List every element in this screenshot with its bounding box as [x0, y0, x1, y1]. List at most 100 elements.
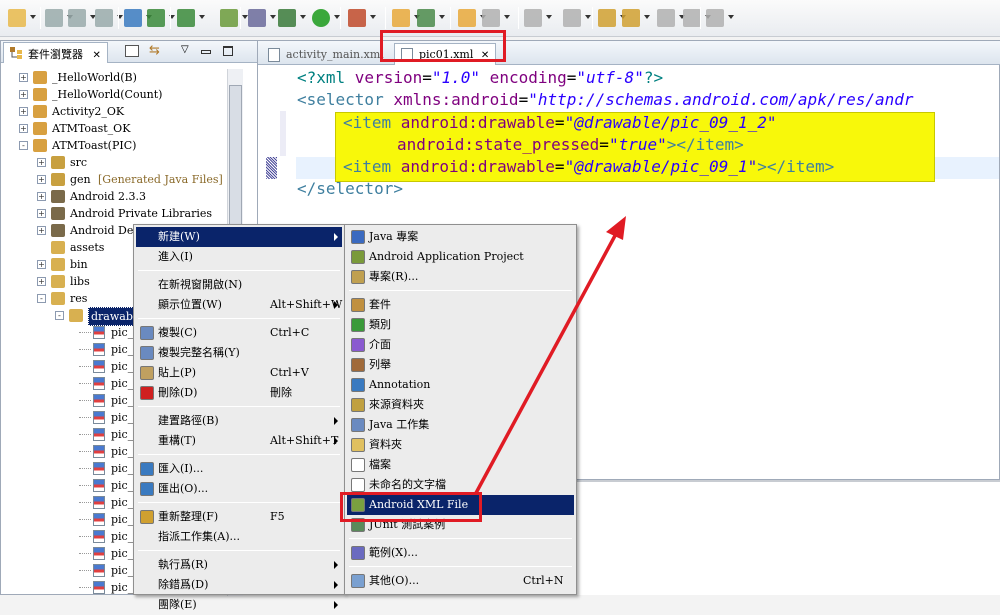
code-line-3[interactable]: <item android:drawable="@drawable/pic_09… — [343, 112, 776, 134]
image-file-icon — [93, 581, 105, 594]
expand-icon[interactable]: + — [19, 90, 28, 99]
expand-icon[interactable]: + — [37, 277, 46, 286]
menu-item[interactable]: Android Application Project — [347, 247, 574, 267]
menu-item[interactable]: 新建(W) — [136, 227, 342, 247]
menu-item[interactable]: 來源資料夾 — [347, 395, 574, 415]
menu-separator — [349, 290, 572, 291]
download-icon[interactable] — [124, 9, 142, 27]
new-package-icon[interactable] — [392, 9, 410, 27]
menu-item[interactable]: 指派工作集(A)... — [136, 527, 342, 547]
save-all-icon[interactable] — [68, 9, 86, 27]
menu-item[interactable]: 資料夾 — [347, 435, 574, 455]
chevron-down-icon[interactable] — [644, 15, 650, 19]
checkbox-icon[interactable] — [177, 9, 195, 27]
menu-item[interactable]: 團隊(E) — [136, 595, 342, 615]
code-line-6[interactable]: </selector> — [297, 178, 403, 200]
expand-icon[interactable]: + — [37, 226, 46, 235]
close-icon[interactable]: ✕ — [93, 50, 101, 61]
menu-item[interactable]: 刪除(D) 刪除 — [136, 383, 342, 403]
chevron-down-icon[interactable] — [270, 15, 276, 19]
menu-item[interactable]: Annotation — [347, 375, 574, 395]
collapse-icon[interactable]: - — [19, 141, 28, 150]
tree-item-decoration: [Generated Java Files] — [98, 173, 223, 186]
expand-icon[interactable]: + — [19, 124, 28, 133]
pin-editor-icon[interactable] — [706, 9, 724, 27]
menu-item[interactable]: 複製(C) Ctrl+C — [136, 323, 342, 343]
print-icon[interactable] — [95, 9, 113, 27]
next-annotation-icon[interactable] — [524, 9, 542, 27]
menu-item[interactable]: 介面 — [347, 335, 574, 355]
back-dropdown-icon[interactable] — [622, 9, 640, 27]
menu-item[interactable]: 套件 — [347, 295, 574, 315]
menu-item[interactable]: 檔案 — [347, 455, 574, 475]
chevron-down-icon[interactable] — [504, 15, 510, 19]
chevron-down-icon[interactable] — [585, 15, 591, 19]
menu-item[interactable]: 列舉 — [347, 355, 574, 375]
debug-icon[interactable] — [278, 9, 296, 27]
chevron-down-icon[interactable] — [370, 15, 376, 19]
menu-item[interactable]: 範例(X)... — [347, 543, 574, 563]
code-line-5[interactable]: <item android:drawable="@drawable/pic_09… — [343, 156, 834, 178]
view-menu-icon[interactable]: ▽ — [181, 44, 189, 55]
forward-dropdown-icon[interactable] — [683, 9, 701, 27]
chevron-down-icon[interactable] — [728, 15, 734, 19]
minimize-icon[interactable] — [201, 50, 211, 54]
chevron-down-icon[interactable] — [300, 15, 306, 19]
save-icon[interactable] — [45, 9, 63, 27]
expand-icon[interactable]: + — [37, 209, 46, 218]
code-line-1[interactable]: <?xml version="1.0" encoding="utf-8"?> — [297, 67, 663, 89]
expand-icon[interactable]: + — [37, 175, 46, 184]
prev-annotation-icon[interactable] — [563, 9, 581, 27]
menu-item[interactable]: 除錯爲(D) — [136, 575, 342, 595]
scrollbar-thumb[interactable] — [229, 85, 242, 235]
menu-item[interactable]: 重構(T) Alt+Shift+T — [136, 431, 342, 451]
menu-item[interactable]: 其他(O)... Ctrl+N — [347, 571, 574, 591]
open-type-icon[interactable] — [458, 9, 476, 27]
menu-item[interactable]: 進入(I) — [136, 247, 342, 267]
menu-item[interactable]: Java 工作集 — [347, 415, 574, 435]
enum-icon — [351, 358, 365, 372]
forward-icon[interactable] — [657, 9, 675, 27]
tab-activity-main[interactable]: activity_main.xml — [262, 44, 390, 65]
new-class-icon[interactable] — [417, 9, 435, 27]
tree-item-label: Android Private Libraries — [70, 207, 212, 220]
menu-item[interactable]: 類別 — [347, 315, 574, 335]
code-line-2[interactable]: <selector xmlns:android="http://schemas.… — [297, 89, 914, 111]
chevron-down-icon[interactable] — [30, 15, 36, 19]
maximize-icon[interactable] — [223, 46, 233, 56]
tab-package-explorer[interactable]: 套件瀏覽器 ✕ — [3, 42, 108, 63]
menu-item[interactable]: 重新整理(F) F5 — [136, 507, 342, 527]
menu-item[interactable]: 執行爲(R) — [136, 555, 342, 575]
run-icon[interactable] — [312, 9, 330, 27]
menu-item[interactable]: Java 專案 — [347, 227, 574, 247]
debug-skip-icon[interactable] — [248, 9, 266, 27]
new-icon[interactable] — [8, 9, 26, 27]
menu-item[interactable]: 顯示位置(W) Alt+Shift+W — [136, 295, 342, 315]
menu-item[interactable]: 建置路徑(B) — [136, 411, 342, 431]
chevron-down-icon[interactable] — [199, 15, 205, 19]
collapse-icon[interactable]: - — [55, 311, 64, 320]
link-editor-icon[interactable]: ⇆ — [149, 43, 160, 58]
menu-item[interactable]: 匯入(I)... — [136, 459, 342, 479]
menu-item[interactable]: 複製完整名稱(Y) — [136, 343, 342, 363]
external-tools-icon[interactable] — [348, 9, 366, 27]
expand-icon[interactable]: + — [37, 158, 46, 167]
expand-icon[interactable]: + — [19, 73, 28, 82]
chevron-down-icon[interactable] — [546, 15, 552, 19]
chevron-down-icon[interactable] — [439, 15, 445, 19]
expand-icon[interactable]: + — [37, 192, 46, 201]
expand-icon[interactable]: + — [19, 107, 28, 116]
code-line-4[interactable]: android:state_pressed="true"></item> — [397, 134, 744, 156]
menu-item[interactable]: 在新視窗開啟(N) — [136, 275, 342, 295]
search-icon[interactable] — [482, 9, 500, 27]
back-icon[interactable] — [598, 9, 616, 27]
device-icon[interactable] — [147, 9, 165, 27]
menu-item[interactable]: 貼上(P) Ctrl+V — [136, 363, 342, 383]
expand-icon[interactable]: + — [37, 260, 46, 269]
menu-item[interactable]: 專案(R)... — [347, 267, 574, 287]
collapse-all-icon[interactable] — [125, 45, 139, 57]
tree-connector — [79, 502, 91, 503]
new-java-icon[interactable] — [220, 9, 238, 27]
collapse-icon[interactable]: - — [37, 294, 46, 303]
menu-item[interactable]: 匯出(O)... — [136, 479, 342, 499]
